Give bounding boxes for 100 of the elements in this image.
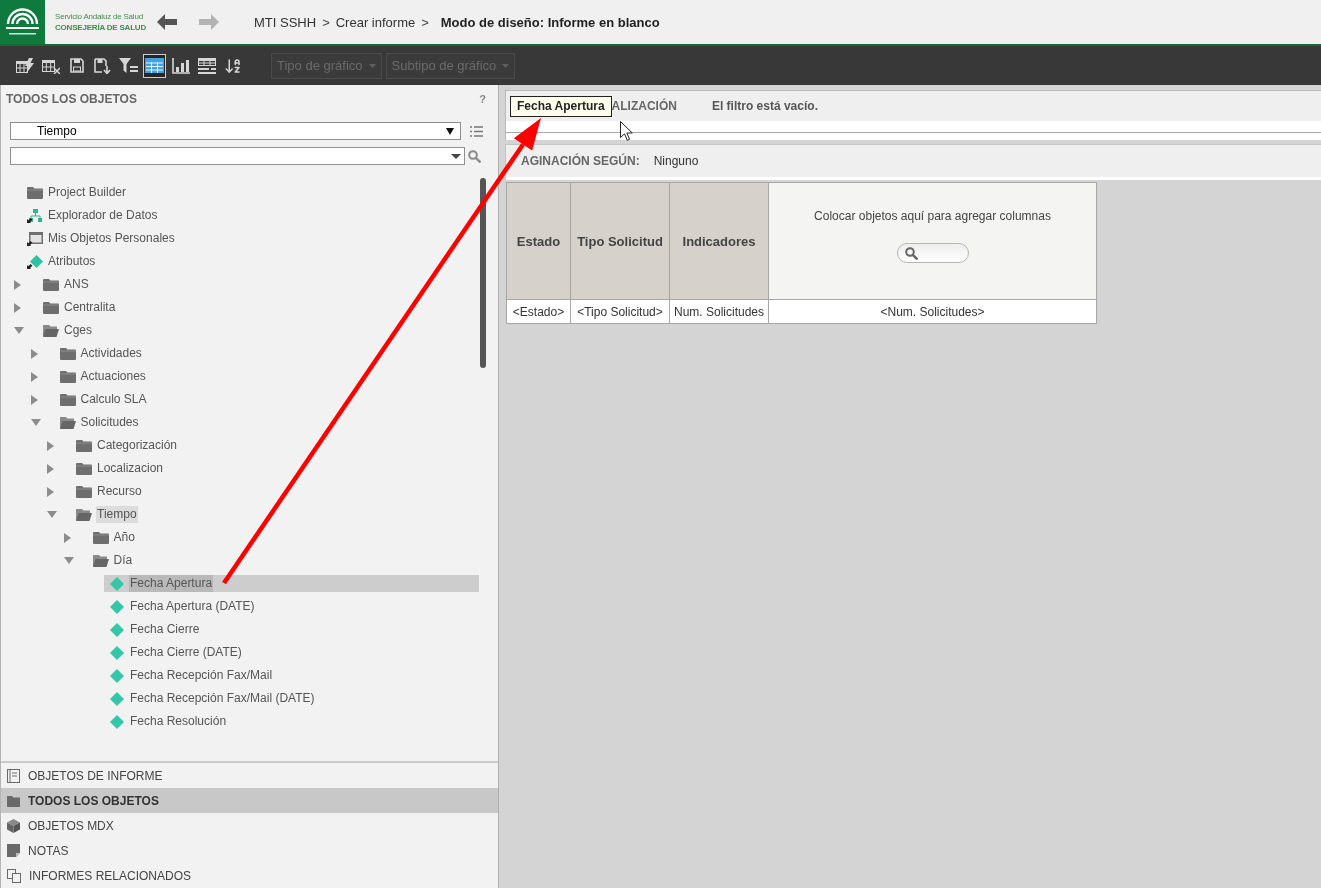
tree-item[interactable]: Atributos xyxy=(22,253,479,270)
dropdown-triangle-icon xyxy=(451,153,461,159)
tree-item[interactable]: Día xyxy=(87,552,479,569)
breadcrumb-link[interactable]: Crear informe xyxy=(335,14,416,30)
table-rows-icon xyxy=(197,57,216,74)
tree-item[interactable]: Mis Objetos Personales xyxy=(22,230,479,247)
toggle-triangle-icon[interactable] xyxy=(30,419,41,426)
tree-item[interactable]: Tiempo xyxy=(71,506,479,523)
logo-title: CONSEJERÍA DE SALUD xyxy=(55,22,148,33)
column-header: Indicadores xyxy=(669,182,769,300)
tree-item[interactable]: Cges xyxy=(38,322,479,339)
tree-item[interactable]: Recurso xyxy=(71,483,479,500)
folder-icon xyxy=(59,393,76,406)
caret-icon xyxy=(502,63,510,68)
folder-select[interactable]: Tiempo xyxy=(10,122,461,140)
tree-item[interactable]: Actividades xyxy=(54,345,479,362)
table-cell: Num. Solicitudes xyxy=(669,299,769,324)
tree-item[interactable]: Calculo SLA xyxy=(54,391,479,408)
diamond-shortcut-icon xyxy=(27,254,43,269)
table-icon xyxy=(145,58,164,73)
filter-label: ALIZACIÓN xyxy=(611,99,677,113)
table-cell: <Estado> xyxy=(506,299,571,324)
drag-tooltip: Fecha Apertura xyxy=(510,95,612,117)
tree-item[interactable]: Localizacion xyxy=(71,460,479,477)
tree-item[interactable]: Actuaciones xyxy=(54,368,479,385)
column-header: Tipo Solicitud xyxy=(570,182,670,300)
diamond-icon xyxy=(110,645,124,660)
diamond-icon xyxy=(110,668,124,683)
search-icon xyxy=(904,246,918,260)
accordion-item[interactable]: TODOS LOS OBJETOS xyxy=(1,788,498,813)
logo-icon xyxy=(0,0,45,44)
notebook-icon xyxy=(7,768,20,783)
folder-icon xyxy=(7,794,20,807)
tree-item[interactable]: Fecha Cierre xyxy=(104,621,479,638)
toggle-triangle-icon[interactable] xyxy=(14,302,21,313)
tree-item[interactable]: Centralita xyxy=(38,299,479,316)
filter-status: El filtro está vacío. xyxy=(711,99,818,113)
scrollbar-thumb[interactable] xyxy=(480,178,486,368)
toggle-triangle-icon[interactable] xyxy=(63,532,71,543)
tree-item[interactable]: Fecha Resolución xyxy=(104,713,479,730)
search-combo-field[interactable] xyxy=(10,147,465,165)
open-folder-icon xyxy=(43,324,59,337)
column-header: Estado xyxy=(506,182,571,300)
tree-item[interactable]: Explorador de Datos xyxy=(22,207,479,224)
accordion-item[interactable]: NOTAS xyxy=(1,838,498,863)
folder-icon xyxy=(59,370,76,383)
breadcrumb-link[interactable]: MTI SSHH xyxy=(254,14,317,30)
toggle-triangle-icon[interactable] xyxy=(47,440,54,451)
folder-icon xyxy=(76,439,92,452)
diamond-icon xyxy=(110,599,124,614)
diamond-icon xyxy=(110,622,124,637)
accordion-item[interactable]: OBJETOS DE INFORME xyxy=(1,763,498,788)
tree-item[interactable]: Solicitudes xyxy=(54,414,479,431)
list-icon[interactable] xyxy=(470,125,483,137)
accordion-item[interactable]: OBJETOS MDX xyxy=(1,813,498,838)
search-icon[interactable] xyxy=(468,149,481,163)
bar-chart-icon xyxy=(171,57,190,74)
grid-view-button[interactable] xyxy=(143,53,166,78)
toggle-triangle-icon[interactable] xyxy=(47,486,54,497)
tree-item[interactable]: Año xyxy=(87,529,479,546)
open-folder-icon xyxy=(59,416,76,429)
toggle-triangle-icon[interactable] xyxy=(30,394,38,405)
table-lightning-icon xyxy=(15,57,34,74)
sort-az-icon xyxy=(223,56,242,75)
cube-icon xyxy=(7,818,20,833)
tree-item[interactable]: ANS xyxy=(38,276,479,293)
left-arrow-icon xyxy=(157,14,177,30)
tree-item[interactable]: Categorización xyxy=(71,437,479,454)
tree-item[interactable]: Fecha Recepción Fax/Mail (DATE) xyxy=(104,690,479,707)
toggle-triangle-icon[interactable] xyxy=(47,463,54,474)
back-button[interactable] xyxy=(157,14,177,30)
dropdown-triangle-icon xyxy=(446,127,454,135)
tree-item[interactable]: Fecha Recepción Fax/Mail xyxy=(104,667,479,684)
logo-subtitle: Servicio Andaluz de Salud xyxy=(55,11,144,22)
folder-icon xyxy=(59,347,76,360)
toggle-triangle-icon[interactable] xyxy=(30,371,38,382)
breadcrumb-separator: > xyxy=(421,14,429,30)
toggle-triangle-icon[interactable] xyxy=(47,511,57,518)
breadcrumb-current: Modo de diseño: Informe en blanco xyxy=(440,14,660,30)
diamond-icon xyxy=(110,576,124,591)
folder-icon xyxy=(43,278,59,291)
folder-icon xyxy=(27,186,43,199)
tree-item[interactable]: Fecha Cierre (DATE) xyxy=(104,644,479,661)
save-icon xyxy=(69,58,84,73)
table-cell: <Num. Solicitudes> xyxy=(768,299,1097,324)
tree-item[interactable]: Fecha Apertura xyxy=(104,575,479,592)
toggle-triangle-icon[interactable] xyxy=(63,557,74,564)
filter-icon xyxy=(119,58,138,73)
accordion-item[interactable]: INFORMES RELACIONADOS xyxy=(1,863,498,888)
right-arrow-icon xyxy=(199,14,219,30)
toggle-triangle-icon[interactable] xyxy=(30,348,38,359)
folder-icon xyxy=(92,531,109,544)
toggle-triangle-icon[interactable] xyxy=(14,279,21,290)
tree-item[interactable]: Fecha Apertura (DATE) xyxy=(104,598,479,615)
search-field[interactable] xyxy=(896,243,969,263)
tree-item[interactable]: Project Builder xyxy=(22,184,479,201)
hierarchy-shortcut-icon xyxy=(27,208,43,223)
toggle-triangle-icon[interactable] xyxy=(14,327,24,334)
save-arrow-icon xyxy=(94,57,111,74)
copies-icon xyxy=(7,868,21,883)
